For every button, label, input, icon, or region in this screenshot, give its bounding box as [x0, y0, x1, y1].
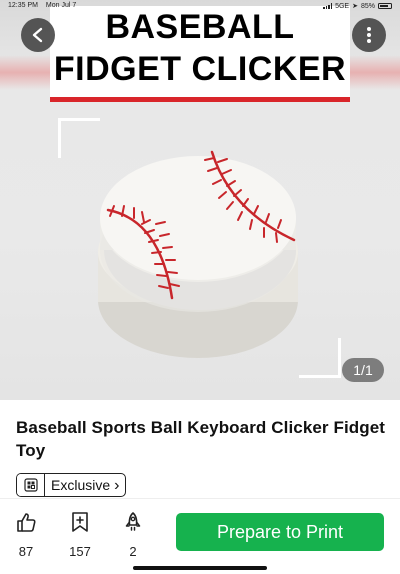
collect-count: 157 [69, 544, 91, 559]
exclusive-icon [17, 474, 45, 496]
exclusive-badge[interactable]: Exclusive › [16, 473, 127, 497]
banner-title-line-2: FIDGET CLICKER [53, 50, 347, 88]
banner-underline [50, 97, 350, 102]
banner-title-line-1: BASEBALL [105, 8, 295, 46]
signal-icon [323, 3, 333, 9]
image-title-banner: BASEBALL FIDGET CLICKER [50, 6, 350, 102]
location-icon: ➤ [352, 3, 358, 10]
status-left: 12:35 PM Mon Jul 7 [8, 2, 82, 9]
bookmark-add-icon [72, 512, 88, 532]
chevron-right-icon: › [114, 476, 120, 494]
boost-count: 2 [129, 544, 137, 559]
status-right: 5GE ➤ 85% [323, 2, 392, 10]
status-network: 5GE [335, 2, 350, 10]
bottom-action-bar: 87 157 2 Prepare to Print [0, 498, 400, 574]
photo-frame-corner-bottom-right [299, 338, 341, 378]
status-date: Mon Jul 7 [45, 2, 77, 9]
prepare-to-print-button[interactable]: Prepare to Print [176, 513, 384, 551]
battery-icon [378, 3, 392, 9]
thumbs-up-icon [17, 513, 36, 532]
back-button[interactable] [21, 18, 55, 52]
home-indicator [133, 566, 267, 570]
exclusive-badge-text: Exclusive › [45, 474, 125, 496]
baseball-clicker-image [98, 150, 298, 358]
more-vertical-icon [367, 27, 371, 43]
rocket-icon [125, 512, 141, 531]
boost-button[interactable]: 2 [113, 511, 153, 559]
more-options-button[interactable] [352, 18, 386, 52]
status-time: 12:35 PM [8, 2, 38, 9]
status-battery-text: 85% [360, 2, 375, 10]
chevron-left-icon [32, 27, 43, 43]
collect-button[interactable]: 157 [60, 511, 100, 559]
product-image-carousel[interactable]: BASEBALL FIDGET CLICKER 1/1 [0, 0, 400, 400]
image-counter: 1/1 [342, 358, 384, 382]
like-button[interactable]: 87 [6, 511, 46, 559]
product-title: Baseball Sports Ball Keyboard Clicker Fi… [16, 418, 386, 460]
like-count: 87 [18, 544, 34, 559]
status-bar: 12:35 PM Mon Jul 7 5GE ➤ 85% [0, 0, 400, 12]
exclusive-label: Exclusive [51, 476, 111, 493]
photo-frame-corner-top-left [58, 118, 100, 158]
